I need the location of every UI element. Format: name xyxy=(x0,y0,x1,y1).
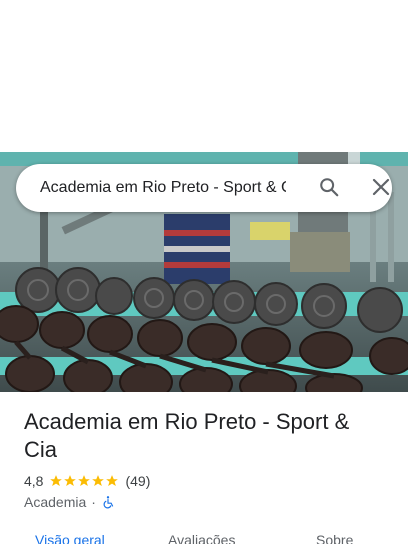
separator-dot: · xyxy=(91,494,96,510)
star-icon xyxy=(64,475,77,486)
tab-about[interactable]: Sobre xyxy=(316,532,353,544)
tab-overview[interactable]: Visão geral xyxy=(35,532,105,544)
search-input[interactable]: Academia em Rio Preto - Sport & Cia xyxy=(40,178,286,198)
star-icon xyxy=(92,475,105,486)
rating-value: 4,8 xyxy=(24,473,44,489)
search-bar[interactable]: Academia em Rio Preto - Sport & Cia xyxy=(16,164,392,212)
search-button[interactable] xyxy=(316,176,342,202)
review-count: (49) xyxy=(125,473,151,489)
search-icon xyxy=(318,176,340,203)
place-tabs: Visão geral Avaliações Sobre xyxy=(0,528,408,544)
star-rating xyxy=(49,474,119,488)
place-category: Academia xyxy=(24,494,87,510)
star-icon xyxy=(106,475,119,486)
close-icon xyxy=(372,178,390,201)
wheelchair-icon xyxy=(103,496,114,509)
blank-map-area xyxy=(0,0,408,152)
star-icon xyxy=(78,475,91,486)
tab-reviews[interactable]: Avaliações xyxy=(168,532,235,544)
close-button[interactable] xyxy=(368,176,394,202)
star-icon xyxy=(50,475,63,486)
category-row: Academia · xyxy=(24,493,115,511)
rating-row[interactable]: 4,8 (49) xyxy=(24,472,150,490)
place-title: Academia em Rio Preto - Sport & Cia xyxy=(24,409,350,462)
